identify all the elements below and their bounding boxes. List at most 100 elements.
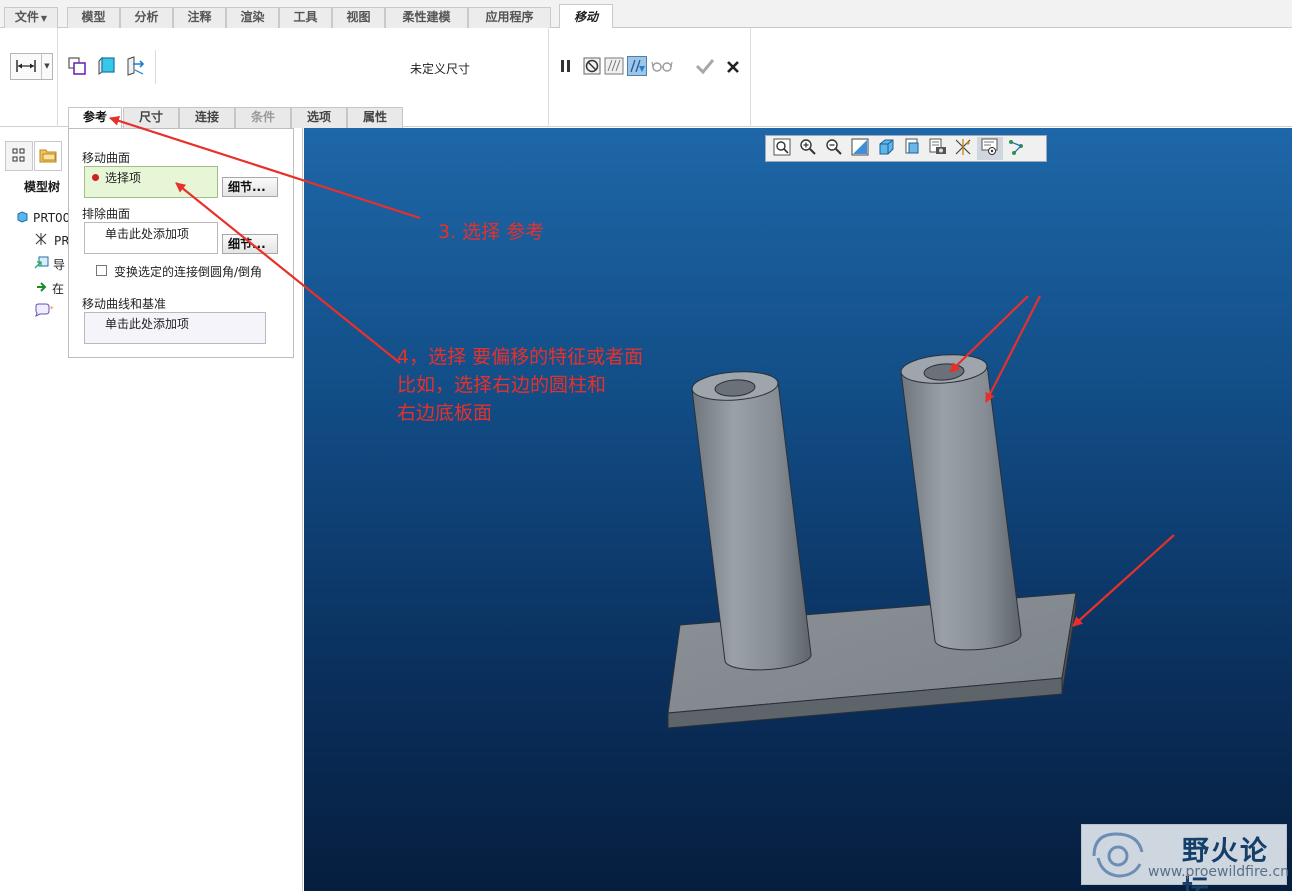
- transform-button[interactable]: [125, 55, 147, 79]
- forum-logo-icon: [1088, 828, 1148, 885]
- tab-applications-label: 应用程序: [485, 10, 534, 24]
- datum-csys-icon: [34, 232, 50, 250]
- pause-icon: [559, 58, 573, 77]
- ribbon-tab-bar: 文件 ▼ 模型 分析 注释 渲染 工具 视图 柔性建模 应用程序 移动: [0, 0, 1292, 29]
- references-panel: 移动曲面 选择项 细节... 排除曲面 单击此处添加项 细节... 变换选定的连…: [68, 128, 294, 358]
- forum-watermark: 野火论坛 www.proewildfire.cn: [1081, 824, 1290, 891]
- folder-browser-nav-tab[interactable]: [34, 141, 62, 171]
- exclude-surfaces-details-button[interactable]: 细节...: [222, 234, 278, 254]
- exclude-surfaces-placeholder: 单击此处添加项: [105, 227, 190, 241]
- ribbon-divider: [750, 28, 751, 127]
- forum-url: www.proewildfire.cn: [1148, 864, 1290, 880]
- verify-preview-button[interactable]: [626, 55, 648, 79]
- move-curves-collector[interactable]: 单击此处添加项: [84, 312, 266, 344]
- transform-rounds-label: 变换选定的连接倒圆角/倒角: [114, 265, 263, 279]
- move-surfaces-collector[interactable]: 选择项: [84, 166, 218, 198]
- tab-analysis[interactable]: 分析: [120, 7, 173, 28]
- glasses-preview-button[interactable]: [651, 56, 673, 78]
- model-tree-label: 模型树: [24, 180, 61, 194]
- tab-flexible-modeling-label: 柔性建模: [402, 10, 451, 24]
- checkmark-icon: [695, 57, 715, 78]
- tab-move-label: 移动: [573, 10, 598, 24]
- tab-annotate-label: 注释: [187, 10, 212, 24]
- tab-applications[interactable]: 应用程序: [468, 7, 551, 28]
- tree-item-csys[interactable]: PR: [34, 233, 70, 249]
- tab-dimensions-label: 尺寸: [138, 110, 163, 124]
- model-tree-nav-tab[interactable]: [5, 141, 33, 171]
- tab-properties-label: 属性: [362, 110, 387, 124]
- ribbon-divider: [57, 28, 58, 127]
- tab-render[interactable]: 渲染: [226, 7, 279, 28]
- surface-icon: [96, 56, 116, 79]
- tab-dimensions[interactable]: 尺寸: [123, 107, 179, 128]
- tab-tools-label: 工具: [293, 10, 318, 24]
- tab-annotate[interactable]: 注释: [173, 7, 226, 28]
- move-surfaces-value: 选择项: [105, 171, 142, 185]
- forum-name: 野火论坛: [1182, 836, 1269, 891]
- tree-item-label: 在: [52, 282, 65, 296]
- folder-icon: [39, 147, 57, 166]
- cancel-button[interactable]: [722, 57, 744, 79]
- file-menu-tab[interactable]: 文件 ▼: [4, 7, 58, 28]
- move-surfaces-details-button[interactable]: 细节...: [222, 177, 278, 197]
- step4-annotation-line1: 4，选择 要偏移的特征或者面: [397, 346, 644, 368]
- tab-model[interactable]: 模型: [67, 7, 120, 28]
- tree-item-import[interactable]: 导: [34, 256, 66, 274]
- right-cylinder[interactable]: [900, 352, 1022, 651]
- copy-surfaces-icon: [67, 56, 87, 79]
- step4-annotation-line2: 比如，选择右边的圆柱和: [397, 374, 607, 396]
- tree-item-annotation[interactable]: *: [34, 303, 56, 321]
- move-curves-label: 移动曲线和基准: [82, 297, 167, 311]
- close-icon: [725, 59, 741, 78]
- glasses-icon: [651, 59, 673, 76]
- tab-references[interactable]: 参考: [68, 107, 122, 129]
- tab-options-label: 选项: [306, 110, 331, 124]
- preview-separate-icon: [604, 57, 624, 78]
- model-tree-icon: [11, 147, 27, 166]
- copy-geometry-button[interactable]: [66, 56, 88, 78]
- transform-rounds-checkbox[interactable]: [96, 265, 107, 276]
- tab-attachment-label: 连接: [194, 110, 219, 124]
- pause-button[interactable]: [555, 56, 577, 78]
- tab-conditions-label: 条件: [250, 110, 275, 124]
- exclude-surfaces-label: 排除曲面: [82, 207, 131, 221]
- tab-attachment[interactable]: 连接: [179, 107, 235, 128]
- dimension-move-icon: [15, 59, 37, 76]
- no-preview-icon: [583, 57, 601, 78]
- tree-item-insert-here[interactable]: 在: [36, 281, 64, 297]
- chevron-down-icon[interactable]: ▼: [41, 54, 52, 79]
- step4-annotation-line3: 右边底板面: [397, 402, 493, 424]
- tab-tools[interactable]: 工具: [279, 7, 332, 28]
- tab-properties[interactable]: 属性: [347, 107, 403, 128]
- tab-render-label: 渲染: [240, 10, 265, 24]
- tab-model-label: 模型: [81, 10, 106, 24]
- exclude-surfaces-collector[interactable]: 单击此处添加项: [84, 222, 218, 254]
- tab-move[interactable]: 移动: [559, 4, 613, 29]
- no-preview-button[interactable]: [581, 56, 603, 78]
- ribbon-divider: [548, 28, 549, 127]
- tab-references-label: 参考: [82, 110, 107, 124]
- move-transform-icon: [125, 55, 147, 79]
- part-icon: [16, 210, 29, 227]
- ribbon-divider: [155, 50, 156, 84]
- move-surfaces-label: 移动曲面: [82, 151, 131, 165]
- tab-analysis-label: 分析: [134, 10, 159, 24]
- apply-button[interactable]: [694, 56, 716, 78]
- move-type-dropdown[interactable]: ▼: [10, 53, 53, 80]
- tree-item-part[interactable]: PRT00: [16, 210, 70, 226]
- separate-preview-button[interactable]: [603, 56, 625, 78]
- chevron-down-icon: ▼: [40, 14, 48, 23]
- tree-item-label: PRT00: [33, 211, 71, 225]
- tab-conditions[interactable]: 条件: [235, 107, 291, 128]
- tab-view[interactable]: 视图: [332, 7, 385, 28]
- preview-verify-icon: [627, 55, 647, 79]
- tab-options[interactable]: 选项: [291, 107, 347, 128]
- svg-text:*: *: [50, 305, 54, 313]
- annotation-icon: *: [34, 303, 56, 321]
- tree-item-label: 导: [53, 258, 66, 272]
- surface-select-button[interactable]: [95, 56, 117, 78]
- tab-flexible-modeling[interactable]: 柔性建模: [385, 7, 468, 28]
- import-icon: [34, 256, 49, 274]
- file-menu-label: 文件: [14, 10, 39, 24]
- move-curves-placeholder: 单击此处添加项: [105, 317, 190, 331]
